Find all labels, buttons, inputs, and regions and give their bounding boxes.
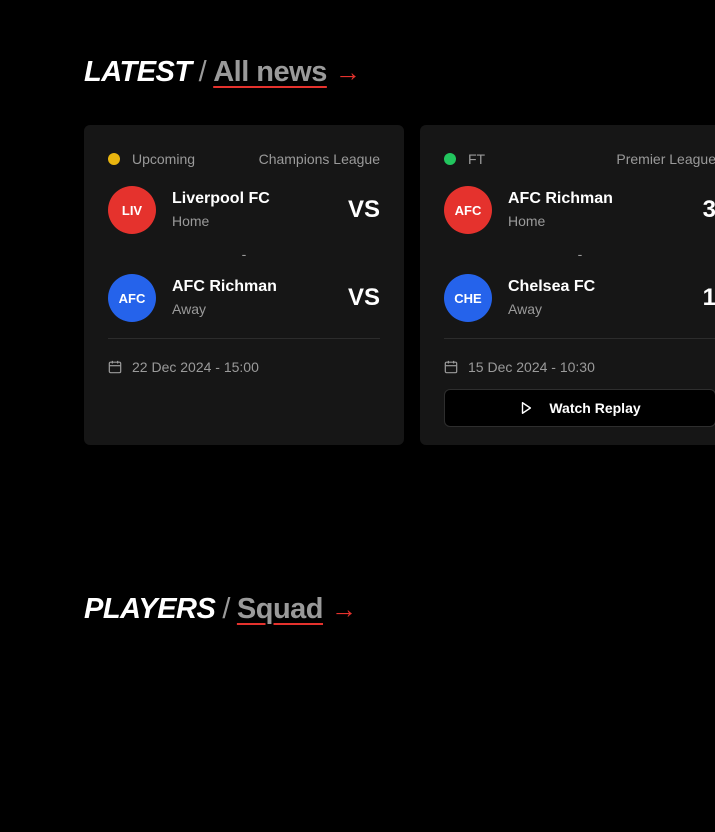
arrow-right-icon[interactable]: →	[331, 594, 357, 625]
away-team-row: CHE Chelsea FC Away 1	[444, 274, 715, 322]
team-info: AFC Richman Home	[508, 189, 703, 231]
page: LATEST / All news → Upcoming Champions L…	[0, 0, 715, 832]
team-info: AFC Richman Away	[172, 277, 348, 319]
team-separator: -	[577, 246, 583, 262]
all-news-link[interactable]: All news	[213, 56, 327, 89]
squad-link[interactable]: Squad	[237, 593, 324, 626]
team-name: Chelsea FC	[508, 278, 596, 295]
team-badge: LIV	[108, 186, 156, 234]
team-name: AFC Richman	[508, 190, 613, 207]
heading-separator: /	[222, 593, 230, 625]
date-label: 22 Dec 2024 - 15:00	[132, 359, 259, 375]
home-team-row: AFC AFC Richman Home 3	[444, 186, 715, 234]
away-team-row: AFC AFC Richman Away VS	[108, 274, 380, 322]
match-card-header: Upcoming Champions League	[108, 149, 380, 169]
card-divider	[108, 338, 380, 339]
team-side: Home	[172, 213, 210, 229]
match-card[interactable]: FT Premier League AFC AFC Richman Home 3…	[420, 125, 715, 445]
players-heading: PLAYERS / Squad →	[84, 593, 357, 626]
match-date: 15 Dec 2024 - 10:30	[444, 357, 715, 377]
watch-replay-label: Watch Replay	[549, 400, 641, 416]
calendar-icon	[108, 360, 122, 374]
card-divider	[444, 338, 715, 339]
team-info: Chelsea FC Away	[508, 277, 703, 319]
match-date: 22 Dec 2024 - 15:00	[108, 357, 380, 377]
date-label: 15 Dec 2024 - 10:30	[468, 359, 595, 375]
watch-replay-button[interactable]: Watch Replay	[444, 389, 715, 427]
team-badge: AFC	[108, 274, 156, 322]
match-card[interactable]: Upcoming Champions League LIV Liverpool …	[84, 125, 404, 445]
heading-separator: /	[198, 56, 207, 88]
status-dot-icon	[108, 153, 120, 165]
team-score: VS	[347, 284, 380, 311]
match-status: Upcoming	[108, 151, 195, 167]
team-side: Home	[508, 213, 546, 229]
status-dot-icon	[444, 153, 456, 165]
arrow-right-icon[interactable]: →	[335, 57, 361, 88]
team-score: 3	[702, 196, 715, 223]
latest-heading: LATEST / All news →	[84, 56, 361, 89]
team-side: Away	[172, 301, 206, 317]
calendar-icon	[444, 360, 458, 374]
match-status: FT	[444, 151, 485, 167]
team-name: Liverpool FC	[172, 190, 270, 207]
team-score: 1	[702, 284, 715, 311]
team-separator: -	[241, 246, 247, 262]
team-side: Away	[508, 301, 542, 317]
competition-label: Champions League	[258, 151, 380, 167]
competition-label: Premier League	[616, 151, 715, 167]
team-name: AFC Richman	[172, 278, 277, 295]
match-card-header: FT Premier League	[444, 149, 715, 169]
team-score: VS	[347, 196, 380, 223]
players-title: PLAYERS	[84, 593, 216, 625]
team-info: Liverpool FC Home	[172, 189, 348, 231]
home-team-row: LIV Liverpool FC Home VS	[108, 186, 380, 234]
status-label: Upcoming	[132, 151, 196, 167]
latest-title: LATEST	[84, 56, 192, 88]
play-icon	[522, 402, 532, 414]
team-badge: CHE	[444, 274, 492, 322]
team-badge: AFC	[444, 186, 492, 234]
status-label: FT	[468, 151, 486, 167]
